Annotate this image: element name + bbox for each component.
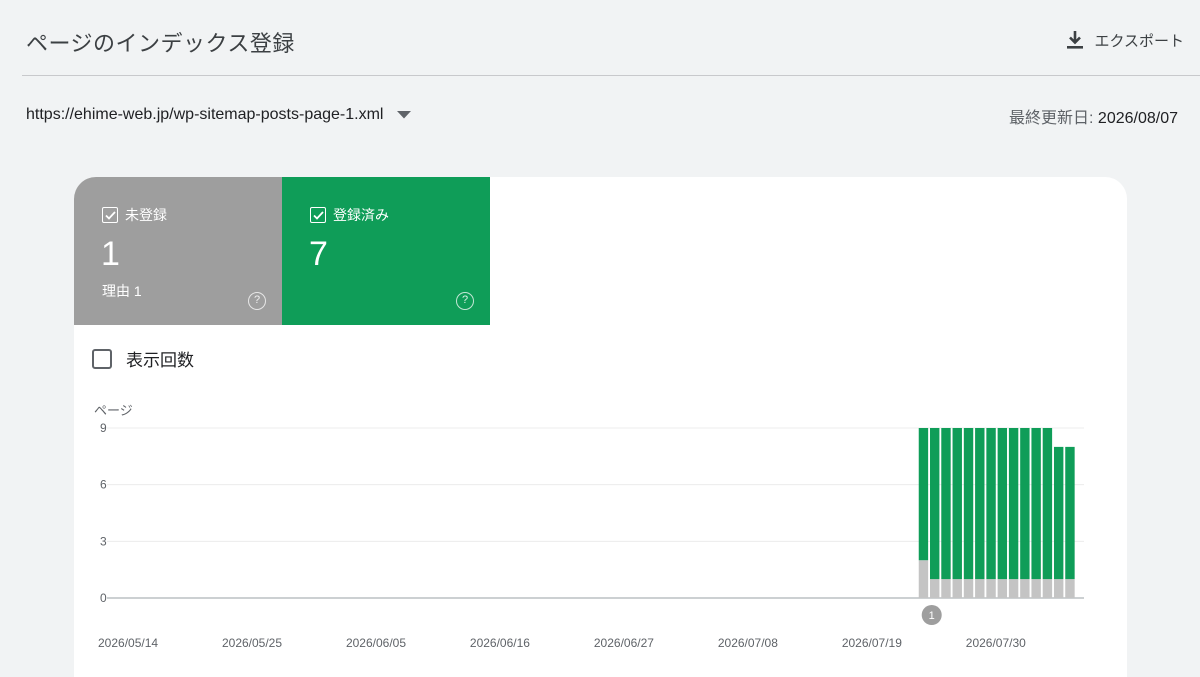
y-tick-label: 6: [100, 478, 107, 492]
bar: [963, 428, 974, 580]
bar: [986, 579, 996, 598]
bar: [918, 428, 929, 561]
x-tick-label: 2026/07/30: [966, 636, 1026, 650]
bar: [1031, 579, 1041, 598]
bar: [930, 579, 940, 598]
page-title: ページのインデックス登録: [26, 31, 295, 56]
x-tick-label: 2026/06/05: [346, 636, 406, 650]
bar: [963, 579, 974, 598]
bar: [1053, 446, 1064, 580]
x-tick-label: 2026/06/27: [594, 636, 654, 650]
bar: [941, 579, 951, 598]
bar: [952, 428, 962, 580]
bar: [1042, 428, 1053, 580]
bar: [1042, 579, 1053, 598]
bar: [1065, 446, 1075, 580]
bar: [941, 428, 951, 580]
download-icon: [1066, 30, 1084, 50]
bar: [1020, 579, 1030, 598]
y-tick-label: 0: [100, 591, 107, 605]
bar: [918, 560, 929, 598]
sitemap-dropdown[interactable]: https://ehime-web.jp/wp-sitemap-posts-pa…: [26, 102, 412, 128]
x-tick-label: 2026/06/16: [470, 636, 530, 650]
last-updated: 最終更新日: 2026/08/07: [1009, 104, 1178, 128]
x-tick-label: 2026/05/25: [222, 636, 282, 650]
bar: [1008, 579, 1019, 598]
caret-down-icon: [397, 106, 412, 124]
header-divider: [22, 75, 1200, 76]
x-tick-label: 2026/07/08: [718, 636, 778, 650]
annotation-label: 1: [929, 610, 935, 622]
y-tick-label: 9: [100, 421, 107, 435]
bar: [975, 428, 985, 580]
export-button[interactable]: エクスポート: [1062, 24, 1188, 56]
index-chart: 0 3 6 9 2026/05/14 2026/05/25 2026/06/05 2026/0…: [98, 421, 1084, 650]
bar: [997, 428, 1008, 580]
bar: [1065, 579, 1075, 598]
bar: [952, 579, 962, 598]
bar: [1031, 428, 1041, 580]
sitemap-url: https://ehime-web.jp/wp-sitemap-posts-pa…: [26, 106, 384, 123]
bar: [975, 579, 985, 598]
bar: [997, 579, 1008, 598]
bar: [930, 428, 940, 580]
page-header: ページのインデックス登録 エクスポート: [0, 0, 1200, 76]
index-report-card: 未登録 1 理由 1 ? 登録済み 7 ? 表示回数 ページ 0 3 6 9 2026/…: [74, 177, 1127, 677]
bar: [1053, 579, 1064, 598]
last-updated-label: 最終更新日:: [1009, 110, 1094, 127]
export-label: エクスポート: [1094, 32, 1184, 50]
bar: [986, 428, 996, 580]
bar: [1008, 428, 1019, 580]
x-tick-label: 2026/05/14: [98, 636, 158, 650]
y-tick-label: 3: [100, 534, 107, 548]
x-tick-label: 2026/07/19: [842, 636, 902, 650]
last-updated-value: 2026/08/07: [1097, 110, 1178, 127]
bar: [1020, 428, 1030, 580]
